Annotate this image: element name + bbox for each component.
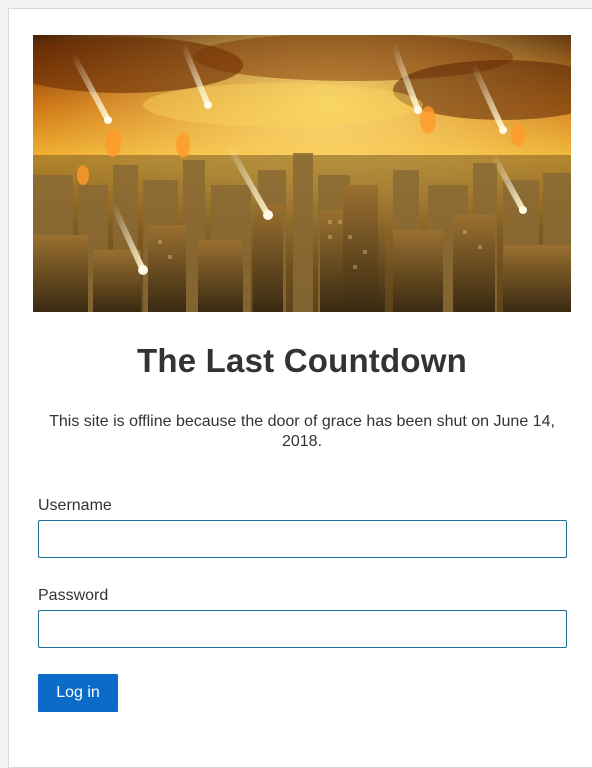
- page-title: The Last Countdown: [137, 342, 467, 379]
- password-label: Password: [38, 587, 109, 604]
- username-input[interactable]: [38, 520, 567, 558]
- log-in-button[interactable]: Log in: [38, 674, 118, 712]
- hero-image: [33, 35, 571, 312]
- password-input[interactable]: [38, 610, 567, 648]
- offline-message: This site is offline because the door of…: [49, 413, 555, 450]
- username-label: Username: [38, 497, 112, 514]
- burning-city-illustration: [33, 35, 571, 312]
